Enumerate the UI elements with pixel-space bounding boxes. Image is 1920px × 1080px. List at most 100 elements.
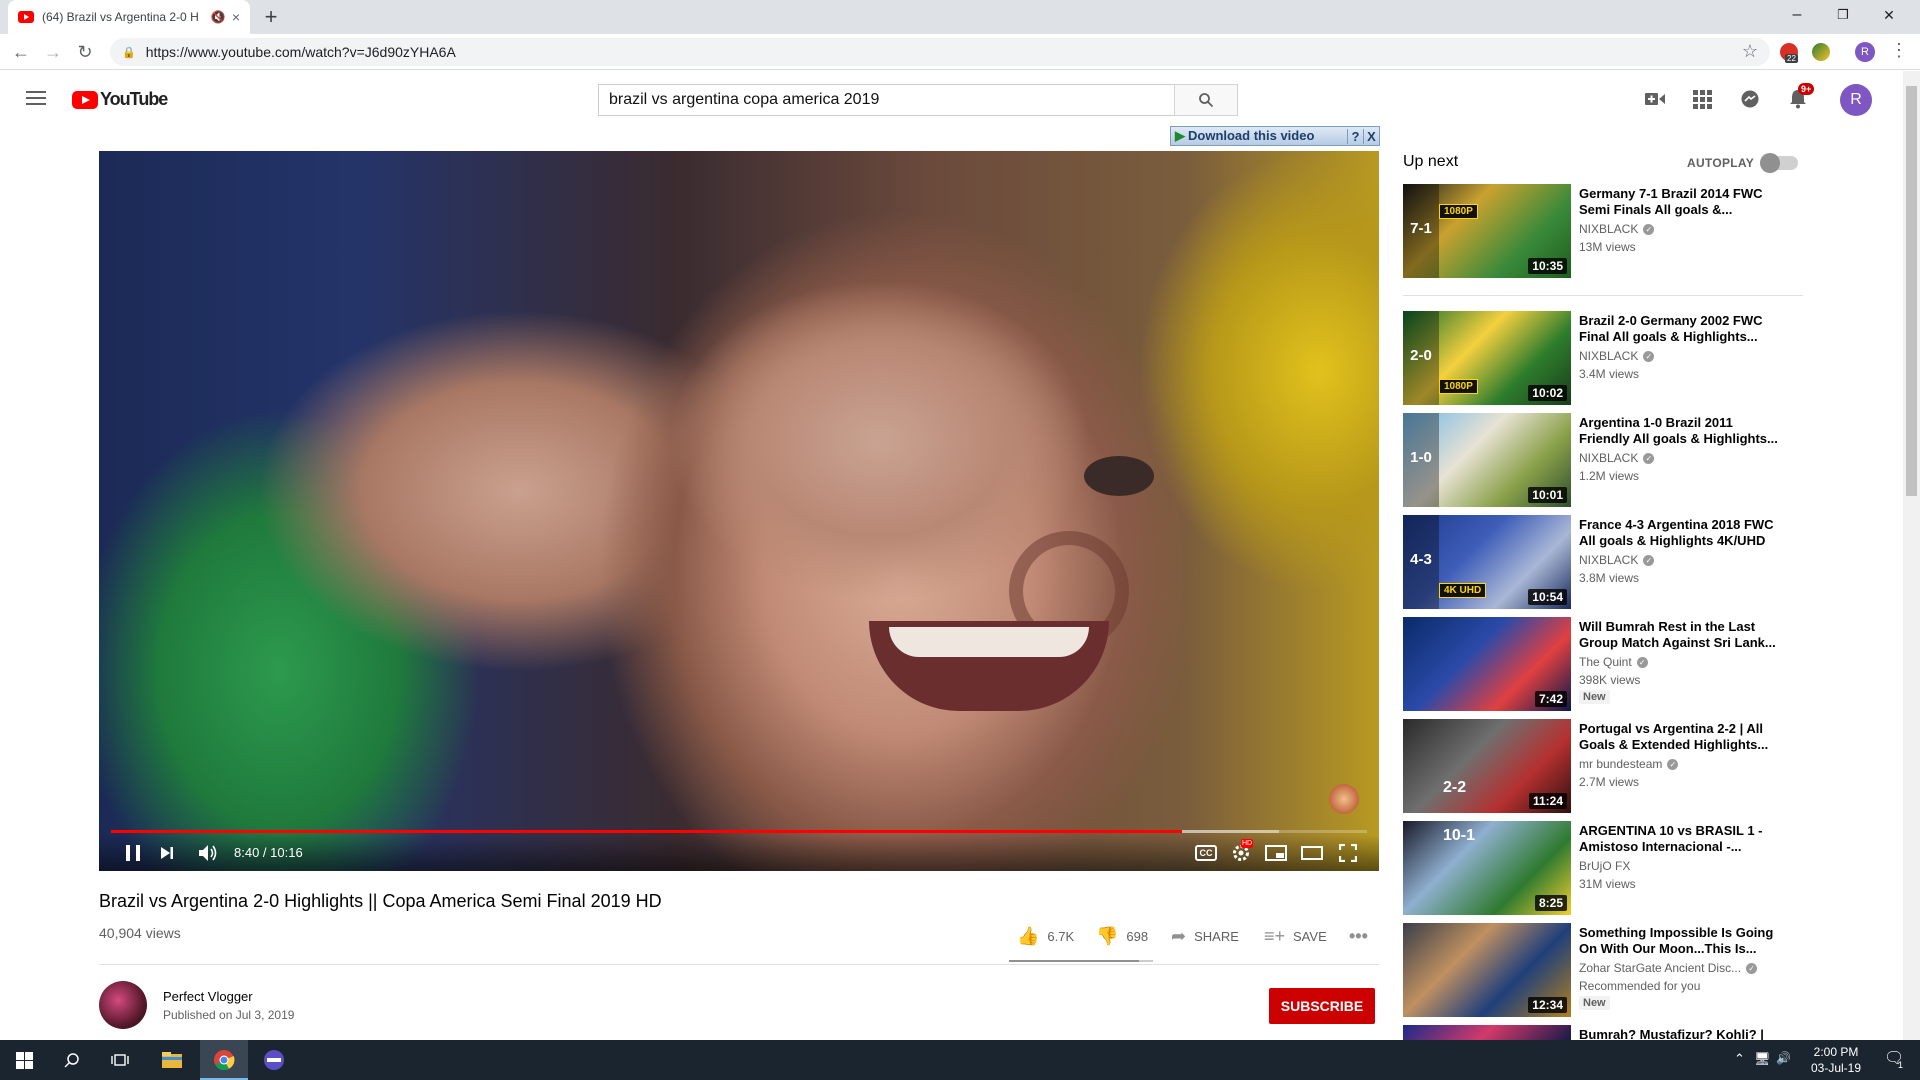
download-video-bar[interactable]: ▶ Download this video ? X bbox=[1170, 126, 1380, 146]
download-help-button[interactable]: ? bbox=[1347, 128, 1363, 144]
video-player[interactable]: 8:40 / 10:16 CC HD bbox=[99, 151, 1379, 871]
video-thumbnail[interactable]: 12:34 bbox=[1403, 923, 1571, 1017]
page-scrollbar[interactable] bbox=[1903, 71, 1920, 1040]
system-clock[interactable]: 2:00 PM 03-Jul-19 bbox=[1796, 1044, 1876, 1076]
like-count: 6.7K bbox=[1047, 929, 1075, 944]
account-avatar[interactable]: R bbox=[1840, 84, 1872, 116]
youtube-logo[interactable]: YouTube bbox=[72, 89, 168, 110]
subscribe-button[interactable]: SUBSCRIBE bbox=[1269, 988, 1375, 1024]
forward-icon[interactable]: → bbox=[40, 39, 66, 65]
volume-icon[interactable] bbox=[195, 841, 221, 865]
channel-watermark[interactable] bbox=[1329, 784, 1359, 814]
extension-icon[interactable] bbox=[1812, 43, 1830, 61]
recommended-channel[interactable]: NIXBLACK ✓ bbox=[1579, 553, 1655, 567]
recommended-video-title[interactable]: France 4-3 Argentina 2018 FWC All goals … bbox=[1579, 517, 1779, 549]
browser-tab[interactable]: (64) Brazil vs Argentina 2-0 H 🔇 × bbox=[8, 0, 250, 34]
recommended-channel[interactable]: NIXBLACK ✓ bbox=[1579, 451, 1655, 465]
recommended-video-title[interactable]: Brazil 2-0 Germany 2002 FWC Final All go… bbox=[1579, 313, 1779, 345]
channel-name[interactable]: Perfect Vlogger bbox=[163, 989, 253, 1004]
restore-button[interactable]: ❐ bbox=[1820, 0, 1866, 30]
settings-icon[interactable]: HD bbox=[1229, 839, 1254, 865]
video-thumbnail[interactable]: 4-3 4K UHD 10:54 bbox=[1403, 515, 1571, 609]
recommended-channel[interactable]: BrUjO FX bbox=[1579, 859, 1630, 873]
channel-avatar[interactable] bbox=[99, 981, 147, 1029]
share-button[interactable]: ➦ SHARE bbox=[1171, 926, 1239, 947]
create-video-icon[interactable] bbox=[1643, 87, 1667, 111]
recommended-video[interactable]: 1-0 10:01 Argentina 1-0 Brazil 2011 Friend… bbox=[1403, 413, 1883, 507]
browser-toolbar: ← → ↻ 🔒 https://www.youtube.com/watch?v=… bbox=[0, 34, 1920, 70]
scrollbar-thumb[interactable] bbox=[1906, 86, 1917, 496]
download-close-button[interactable]: X bbox=[1363, 128, 1379, 144]
recommended-video-title[interactable]: Germany 7-1 Brazil 2014 FWC Semi Finals … bbox=[1579, 186, 1779, 218]
close-window-button[interactable]: ✕ bbox=[1866, 0, 1912, 30]
recommended-channel[interactable]: mr bundesteam ✓ bbox=[1579, 757, 1679, 771]
lock-icon[interactable]: 🔒 bbox=[122, 46, 136, 59]
address-bar[interactable]: 🔒 https://www.youtube.com/watch?v=J6d90z… bbox=[110, 38, 1770, 66]
file-explorer-icon[interactable] bbox=[148, 1040, 196, 1080]
recommended-video[interactable]: 2-0 1080P 10:02 Brazil 2-0 Germany 2002 FWC… bbox=[1403, 311, 1883, 405]
recommended-channel[interactable]: The Quint ✓ bbox=[1579, 655, 1648, 669]
recommended-channel[interactable]: Zohar StarGate Ancient Disc... ✓ bbox=[1579, 961, 1758, 975]
pause-icon[interactable] bbox=[123, 841, 143, 865]
download-video-button[interactable]: ▶ Download this video bbox=[1171, 128, 1347, 144]
autoplay-toggle[interactable] bbox=[1760, 153, 1798, 173]
recommended-channel[interactable]: NIXBLACK ✓ bbox=[1579, 349, 1655, 363]
video-thumbnail[interactable]: 2-2 11:24 bbox=[1403, 719, 1571, 813]
chrome-menu-icon[interactable]: ⋮ bbox=[1890, 40, 1908, 61]
cortana-search-icon[interactable] bbox=[48, 1040, 96, 1080]
chrome-icon[interactable] bbox=[200, 1040, 248, 1080]
task-view-icon[interactable] bbox=[96, 1040, 144, 1080]
minimize-button[interactable]: – bbox=[1774, 0, 1820, 30]
search-button[interactable] bbox=[1174, 84, 1238, 116]
apps-icon[interactable] bbox=[1690, 87, 1714, 111]
search-input[interactable]: brazil vs argentina copa america 2019 bbox=[598, 84, 1175, 116]
speaker-icon[interactable]: 🔊 bbox=[1776, 1051, 1791, 1065]
fullscreen-icon[interactable] bbox=[1335, 841, 1361, 865]
video-thumbnail[interactable]: 1-0 10:01 bbox=[1403, 413, 1571, 507]
like-button[interactable]: 👍 6.7K bbox=[1017, 926, 1074, 947]
recommended-video[interactable]: 7:42 Will Bumrah Rest in the Last Group M… bbox=[1403, 617, 1883, 711]
recommended-video[interactable]: 2-2 11:24 Portugal vs Argentina 2-2 | All … bbox=[1403, 719, 1883, 813]
progress-bar[interactable] bbox=[111, 830, 1367, 833]
recommended-video[interactable]: Bumrah? Mustafizur? Kohli? | bbox=[1403, 1025, 1883, 1042]
network-icon[interactable]: 🖥 bbox=[1754, 1051, 1771, 1067]
profile-avatar[interactable]: R bbox=[1855, 42, 1875, 62]
more-actions-button[interactable]: ••• bbox=[1349, 926, 1368, 947]
recommended-channel[interactable]: NIXBLACK ✓ bbox=[1579, 222, 1655, 236]
recommended-video-title[interactable]: Something Impossible Is Going On With Ou… bbox=[1579, 925, 1779, 957]
url-text[interactable]: https://www.youtube.com/watch?v=J6d90zYH… bbox=[146, 44, 456, 60]
video-thumbnail[interactable]: 7-1 1080P 10:35 bbox=[1403, 184, 1571, 278]
windows-start-icon[interactable] bbox=[0, 1040, 48, 1080]
tab-close-icon[interactable]: × bbox=[232, 9, 240, 25]
tab-mute-icon[interactable]: 🔇 bbox=[211, 10, 226, 24]
theater-icon[interactable] bbox=[1299, 841, 1325, 865]
bookmark-star-icon[interactable]: ☆ bbox=[1742, 41, 1758, 62]
new-tab-button[interactable]: + bbox=[258, 4, 284, 30]
recommended-video-title[interactable]: Portugal vs Argentina 2-2 | All Goals & … bbox=[1579, 721, 1779, 753]
recommended-video[interactable]: 10-1 8:25 ARGENTINA 10 vs BRASIL 1 - Amist… bbox=[1403, 821, 1883, 915]
recommended-video[interactable]: 12:34 Something Impossible Is Going On Wi… bbox=[1403, 923, 1883, 1017]
hamburger-menu-icon[interactable] bbox=[24, 87, 48, 111]
recommended-video-title[interactable]: Will Bumrah Rest in the Last Group Match… bbox=[1579, 619, 1779, 651]
captions-button[interactable]: CC bbox=[1195, 841, 1217, 865]
save-button[interactable]: ≡+ SAVE bbox=[1264, 926, 1327, 947]
miniplayer-icon[interactable] bbox=[1263, 841, 1289, 865]
video-thumbnail[interactable] bbox=[1403, 1025, 1571, 1040]
extension-badge: 22 bbox=[1785, 54, 1798, 63]
video-thumbnail[interactable]: 10-1 8:25 bbox=[1403, 821, 1571, 915]
media-app-icon[interactable] bbox=[250, 1040, 298, 1080]
messages-icon[interactable] bbox=[1738, 87, 1762, 111]
video-thumbnail[interactable]: 2-0 1080P 10:02 bbox=[1403, 311, 1571, 405]
video-thumbnail[interactable]: 7:42 bbox=[1403, 617, 1571, 711]
recommended-video[interactable]: 7-1 1080P 10:35 Germany 7-1 Brazil 2014 FWC… bbox=[1403, 184, 1883, 278]
download-video-label: Download this video bbox=[1188, 128, 1315, 143]
dislike-button[interactable]: 👎 698 bbox=[1096, 926, 1148, 947]
save-label: SAVE bbox=[1293, 929, 1327, 944]
recommended-video-title[interactable]: ARGENTINA 10 vs BRASIL 1 - Amistoso Inte… bbox=[1579, 823, 1779, 855]
next-icon[interactable] bbox=[155, 841, 179, 865]
show-hidden-icons-icon[interactable]: ⌃ bbox=[1734, 1051, 1745, 1067]
reload-icon[interactable]: ↻ bbox=[72, 39, 98, 65]
recommended-video[interactable]: 4-3 4K UHD 10:54 France 4-3 Argentina 2018 … bbox=[1403, 515, 1883, 609]
back-icon[interactable]: ← bbox=[8, 39, 34, 65]
recommended-video-title[interactable]: Argentina 1-0 Brazil 2011 Friendly All g… bbox=[1579, 415, 1779, 447]
